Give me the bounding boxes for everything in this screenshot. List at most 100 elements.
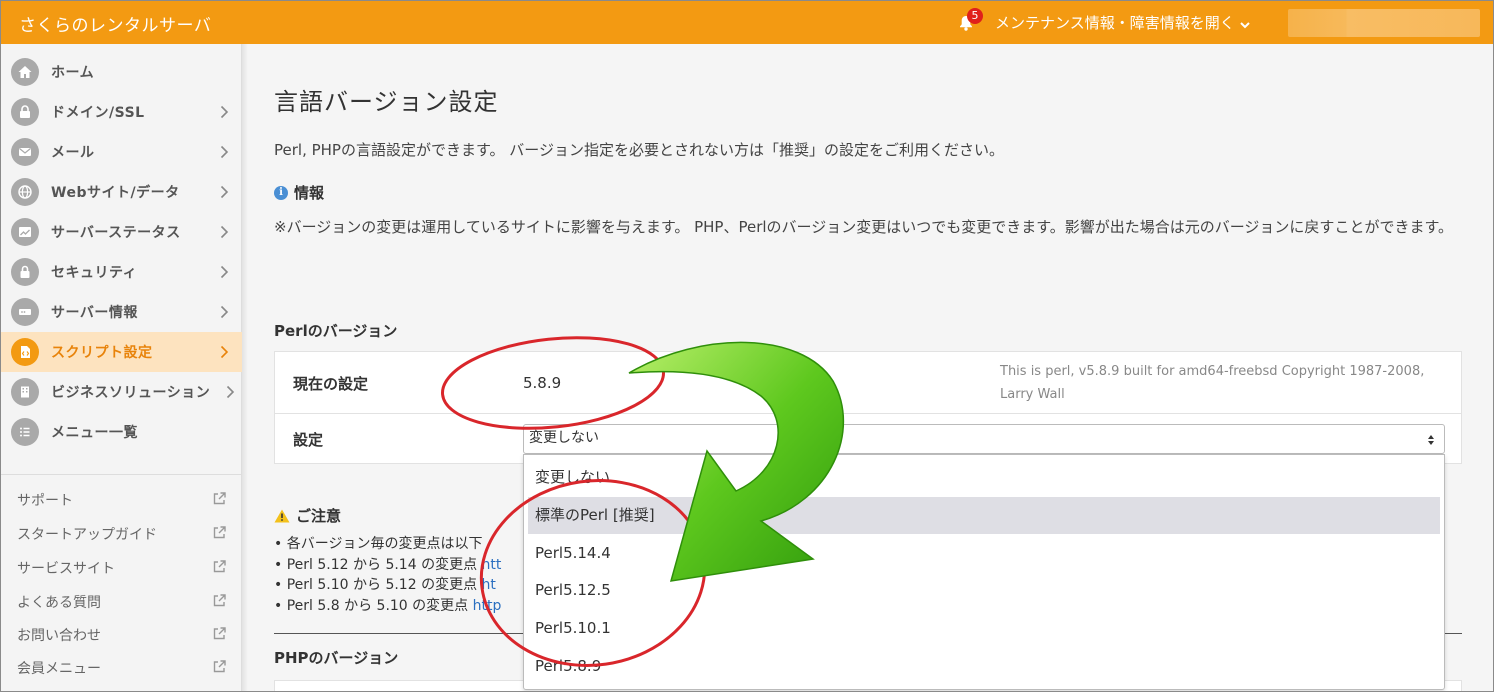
- maintenance-notice-label: メンテナンス情報・障害情報を開く: [995, 14, 1235, 32]
- account-menu[interactable]: [1288, 9, 1480, 37]
- dropdown-option[interactable]: Perl5.12.5: [528, 572, 1440, 609]
- external-link-icon: [212, 593, 227, 612]
- script-icon: [11, 338, 39, 366]
- info-heading: i 情報: [274, 182, 324, 203]
- dropdown-option-highlighted[interactable]: 標準のPerl [推奨]: [528, 497, 1440, 534]
- caution-item-text: Perl 5.10 から 5.12 の変更点: [286, 577, 482, 593]
- php-section-heading: PHPのバージョン: [274, 649, 399, 667]
- perl-section-heading: Perlのバージョン: [274, 322, 398, 340]
- page-title: 言語バージョン設定: [274, 88, 499, 116]
- sidebar-item-label: メール: [51, 145, 95, 161]
- dropdown-option[interactable]: Perl5.10.1: [528, 610, 1440, 647]
- caution-item-text: 各バージョン毎の変更点は以下: [286, 536, 483, 552]
- chevron-right-icon: [214, 342, 234, 362]
- current-setting-label: 現在の設定: [293, 375, 369, 393]
- warning-icon: [274, 509, 290, 523]
- sidebar-divider: [1, 474, 242, 475]
- perl-version-info: This is perl, v5.8.9 built for amd64-fre…: [1000, 364, 1425, 402]
- sidebar-item-server-info[interactable]: サーバー情報: [1, 292, 242, 332]
- sidebar-item-home[interactable]: ホーム: [1, 52, 242, 92]
- sidebar-item-server-status[interactable]: サーバーステータス: [1, 212, 242, 252]
- caution-item-text: Perl 5.8 から 5.10 の変更点: [286, 597, 473, 614]
- sidebar-link-contact[interactable]: お問い合わせ: [17, 624, 227, 646]
- chevron-right-icon: [214, 302, 234, 322]
- caution-item: • Perl 5.12 から 5.14 の変更点 htt: [274, 556, 502, 573]
- info-text: ※バージョンの変更は運用しているサイトに影響を与えます。 PHP、Perlのバー…: [274, 218, 1453, 236]
- sidebar-item-label: サーバーステータス: [51, 225, 181, 241]
- globe-icon: [11, 178, 39, 206]
- perl-version-dropdown: 変更しない 標準のPerl [推奨] Perl5.14.4 Perl5.12.5…: [523, 454, 1445, 690]
- dropdown-option[interactable]: 変更しない: [528, 459, 1440, 496]
- perl-version-select[interactable]: 変更しない: [523, 424, 1445, 454]
- external-link-icon: [212, 559, 227, 578]
- dropdown-option[interactable]: Perl5.14.4: [528, 535, 1440, 572]
- sidebar-item-script-settings[interactable]: スクリプト設定: [1, 332, 242, 372]
- perl-version-select-value: 変更しない: [529, 430, 599, 446]
- notification-count-badge: 5: [967, 8, 983, 24]
- server-icon: [11, 298, 39, 326]
- changelog-link[interactable]: ht: [482, 577, 496, 593]
- sidebar-link-label: お問い合わせ: [17, 628, 101, 644]
- sidebar-link-support[interactable]: サポート: [17, 489, 227, 511]
- app-window: さくらのレンタルサーバ メンテナンス情報・障害情報を開く 5 ホーム ドメイン/…: [0, 0, 1494, 692]
- sidebar: ホーム ドメイン/SSL メール Webサイト/データ サーバーステータス セキ…: [1, 44, 242, 691]
- select-arrows-icon: [1428, 435, 1434, 445]
- list-icon: [11, 418, 39, 446]
- chevron-down-icon: [1239, 17, 1251, 29]
- mail-icon: [11, 138, 39, 166]
- chevron-right-icon: [214, 102, 234, 122]
- external-link-icon: [212, 525, 227, 544]
- caution-item: • Perl 5.8 から 5.10 の変更点 http: [274, 597, 502, 614]
- maintenance-notice-toggle[interactable]: メンテナンス情報・障害情報を開く: [959, 12, 1251, 33]
- sidebar-link-label: サポート: [17, 493, 73, 509]
- changelog-link[interactable]: http: [473, 598, 502, 614]
- dropdown-option[interactable]: Perl5.8.9: [528, 648, 1440, 685]
- sidebar-item-label: セキュリティ: [51, 265, 138, 281]
- building-icon: [11, 378, 39, 406]
- sidebar-item-label: スクリプト設定: [51, 345, 153, 361]
- caution-item: • Perl 5.10 から 5.12 の変更点 ht: [274, 577, 496, 593]
- sidebar-link-member-menu[interactable]: 会員メニュー: [17, 657, 227, 679]
- external-link-icon: [212, 491, 227, 510]
- perl-settings-table: 現在の設定 5.8.9 This is perl, v5.8.9 built f…: [274, 351, 1462, 464]
- info-heading-label: 情報: [294, 184, 325, 202]
- sidebar-link-label: サービスサイト: [17, 561, 115, 577]
- sidebar-item-label: Webサイト/データ: [51, 185, 180, 201]
- sidebar-item-label: ホーム: [51, 65, 95, 81]
- setting-label: 設定: [293, 431, 324, 449]
- sidebar-link-faq[interactable]: よくある質問: [17, 591, 227, 613]
- sidebar-link-label: スタートアップガイド: [17, 527, 157, 543]
- sidebar-item-business-solution[interactable]: ビジネスソリューション: [1, 372, 242, 412]
- main-content: 言語バージョン設定 Perl, PHPの言語設定ができます。 バージョン指定を必…: [248, 44, 1493, 691]
- page-description: Perl, PHPの言語設定ができます。 バージョン指定を必要とされない方は「推…: [274, 141, 1004, 159]
- sidebar-item-domain[interactable]: ドメイン/SSL: [1, 92, 242, 132]
- home-icon: [11, 58, 39, 86]
- current-setting-row: 現在の設定 5.8.9 This is perl, v5.8.9 built f…: [275, 352, 1461, 414]
- chevron-right-icon: [224, 382, 236, 402]
- info-icon: i: [274, 185, 288, 200]
- sidebar-item-label: メニュー一覧: [51, 425, 138, 441]
- top-header: さくらのレンタルサーバ メンテナンス情報・障害情報を開く 5: [1, 1, 1493, 44]
- sidebar-link-startup-guide[interactable]: スタートアップガイド: [17, 523, 227, 545]
- current-setting-value: 5.8.9: [523, 374, 562, 392]
- sidebar-item-website[interactable]: Webサイト/データ: [1, 172, 242, 212]
- sidebar-link-label: 会員メニュー: [17, 661, 101, 677]
- changelog-link[interactable]: htt: [482, 557, 502, 573]
- caution-item-text: Perl 5.12 から 5.14 の変更点: [286, 556, 482, 573]
- chevron-right-icon: [214, 182, 234, 202]
- sidebar-link-label: よくある質問: [17, 595, 101, 611]
- sidebar-item-label: ビジネスソリューション: [51, 385, 211, 401]
- caution-item: • 各バージョン毎の変更点は以下: [274, 536, 483, 552]
- external-link-icon: [212, 659, 227, 678]
- sidebar-item-label: サーバー情報: [51, 305, 138, 321]
- sidebar-link-service-site[interactable]: サービスサイト: [17, 557, 227, 579]
- chevron-right-icon: [214, 142, 234, 162]
- sidebar-item-menu-list[interactable]: メニュー一覧: [1, 412, 242, 452]
- external-link-icon: [212, 626, 227, 645]
- brand-logo[interactable]: さくらのレンタルサーバ: [19, 11, 211, 36]
- sidebar-item-security[interactable]: セキュリティ: [1, 252, 242, 292]
- chart-icon: [11, 218, 39, 246]
- sidebar-item-mail[interactable]: メール: [1, 132, 242, 172]
- caution-heading: ご注意: [274, 505, 341, 526]
- chevron-right-icon: [214, 262, 234, 282]
